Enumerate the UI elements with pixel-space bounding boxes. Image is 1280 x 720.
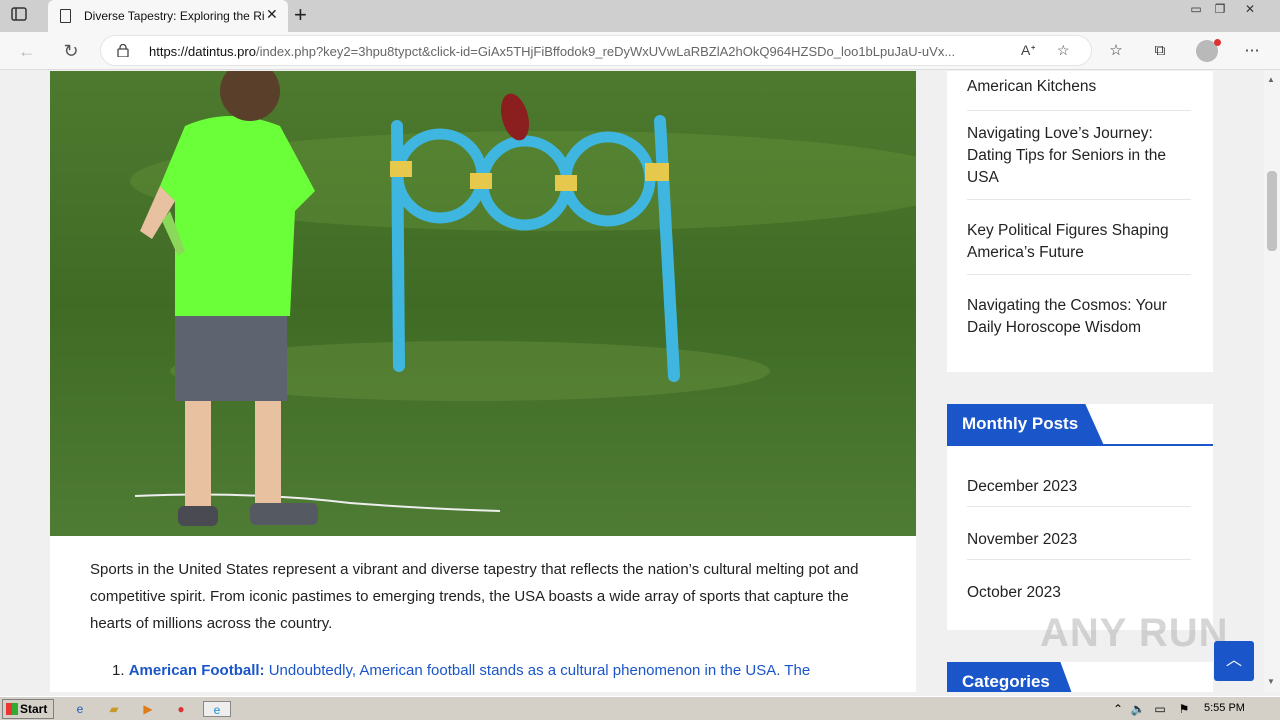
list-item-title[interactable]: American Football:: [129, 662, 265, 679]
recent-posts-widget: American Kitchens Navigating Love’s Jour…: [947, 71, 1213, 372]
scroll-down-icon[interactable]: ▼: [1267, 677, 1275, 686]
list-number: 1.: [112, 662, 125, 679]
read-aloud-icon[interactable]: Aᐩ: [1021, 42, 1036, 59]
media-player-icon[interactable]: ▶: [140, 701, 156, 717]
monthly-posts-widget: Monthly Posts December 2023 November 202…: [947, 404, 1213, 630]
widget-title: Monthly Posts: [947, 404, 1105, 446]
network-icon[interactable]: ▭: [1152, 701, 1168, 717]
url-path: /index.php?key2=3hpu8typct&click-id=GiAx…: [255, 44, 956, 59]
ie-icon[interactable]: e: [72, 701, 88, 717]
close-tab-icon[interactable]: ✕: [266, 6, 278, 23]
recent-post-link[interactable]: Key Political Figures Shaping America’s …: [967, 220, 1191, 275]
volume-icon[interactable]: 🔈: [1130, 701, 1146, 717]
recent-post-link[interactable]: American Kitchens: [967, 76, 1191, 111]
lock-icon: [117, 44, 129, 57]
taskbar: Start e ▰ ▶ ● e ⌃ 🔈 ▭ ⚑ 5:55 PM: [0, 696, 1280, 720]
back-icon[interactable]: ←: [14, 38, 40, 64]
folder-icon[interactable]: ▰: [106, 701, 122, 717]
article: Sports in the United States represent a …: [50, 71, 916, 692]
collections-icon[interactable]: ⧉: [1148, 39, 1172, 63]
month-link[interactable]: December 2023: [967, 478, 1191, 507]
window-close-icon[interactable]: ✕: [1238, 0, 1262, 20]
add-favorite-icon[interactable]: ☆: [1057, 42, 1070, 59]
address-bar[interactable]: https://datintus.pro/index.php?key2=3hpu…: [100, 35, 1092, 66]
browser-window: Diverse Tapestry: Exploring the Ri ✕ + ▭…: [0, 0, 1280, 692]
clock: 5:55 PM: [1204, 702, 1245, 714]
tab-title: Diverse Tapestry: Exploring the Ri: [84, 9, 265, 23]
windows-logo-icon: [6, 703, 18, 715]
url-host: https://datintus.pro: [149, 44, 256, 59]
scroll-to-top-button[interactable]: ︿: [1214, 641, 1254, 681]
chrome-icon[interactable]: ●: [173, 701, 189, 717]
profile-avatar[interactable]: [1196, 39, 1221, 62]
list-item: 1. American Football: Undoubtedly, Ameri…: [112, 657, 872, 684]
recent-post-link[interactable]: Navigating Love’s Journey: Dating Tips f…: [967, 123, 1191, 200]
new-tab-icon[interactable]: +: [294, 2, 307, 28]
web-page: Sports in the United States represent a …: [0, 71, 1264, 692]
hero-image: [50, 71, 916, 536]
more-menu-icon[interactable]: ⋯: [1240, 39, 1264, 63]
tab-actions-icon[interactable]: [10, 6, 38, 28]
restore-icon[interactable]: ❐: [1208, 0, 1232, 20]
month-link[interactable]: October 2023: [967, 584, 1191, 612]
action-center-icon[interactable]: ⚑: [1176, 701, 1192, 717]
start-button[interactable]: Start: [2, 699, 54, 719]
start-label: Start: [20, 702, 48, 716]
scroll-thumb[interactable]: [1267, 171, 1277, 251]
widget-header: Monthly Posts: [947, 404, 1213, 446]
recent-post-link[interactable]: Navigating the Cosmos: Your Daily Horosc…: [967, 295, 1191, 339]
favorites-icon[interactable]: ☆: [1104, 39, 1128, 63]
tab-active[interactable]: Diverse Tapestry: Exploring the Ri ✕: [48, 0, 288, 32]
widget-title: Categories: [947, 662, 1076, 692]
tray-expand-icon[interactable]: ⌃: [1110, 701, 1126, 717]
page-scrollbar[interactable]: ▲ ▼: [1264, 71, 1280, 692]
minimize-icon[interactable]: ▭: [1184, 0, 1208, 20]
url-text: https://datintus.pro/index.php?key2=3hpu…: [149, 44, 1009, 59]
edge-icon[interactable]: e: [203, 701, 231, 717]
page-icon: [60, 9, 71, 23]
categories-widget: Categories: [947, 662, 1213, 692]
anyrun-watermark: ANY RUN: [1040, 611, 1229, 655]
widget-header: Categories: [947, 662, 1213, 692]
article-intro: Sports in the United States represent a …: [90, 561, 859, 632]
navigation-bar: ← ↻ https://datintus.pro/index.php?key2=…: [0, 32, 1280, 70]
scroll-up-icon[interactable]: ▲: [1267, 75, 1275, 84]
list-item-text[interactable]: Undoubtedly, American football stands as…: [265, 662, 810, 679]
tab-bar: Diverse Tapestry: Exploring the Ri ✕ + ▭…: [0, 0, 1280, 32]
refresh-icon[interactable]: ↻: [58, 38, 84, 64]
month-link[interactable]: November 2023: [967, 531, 1191, 560]
